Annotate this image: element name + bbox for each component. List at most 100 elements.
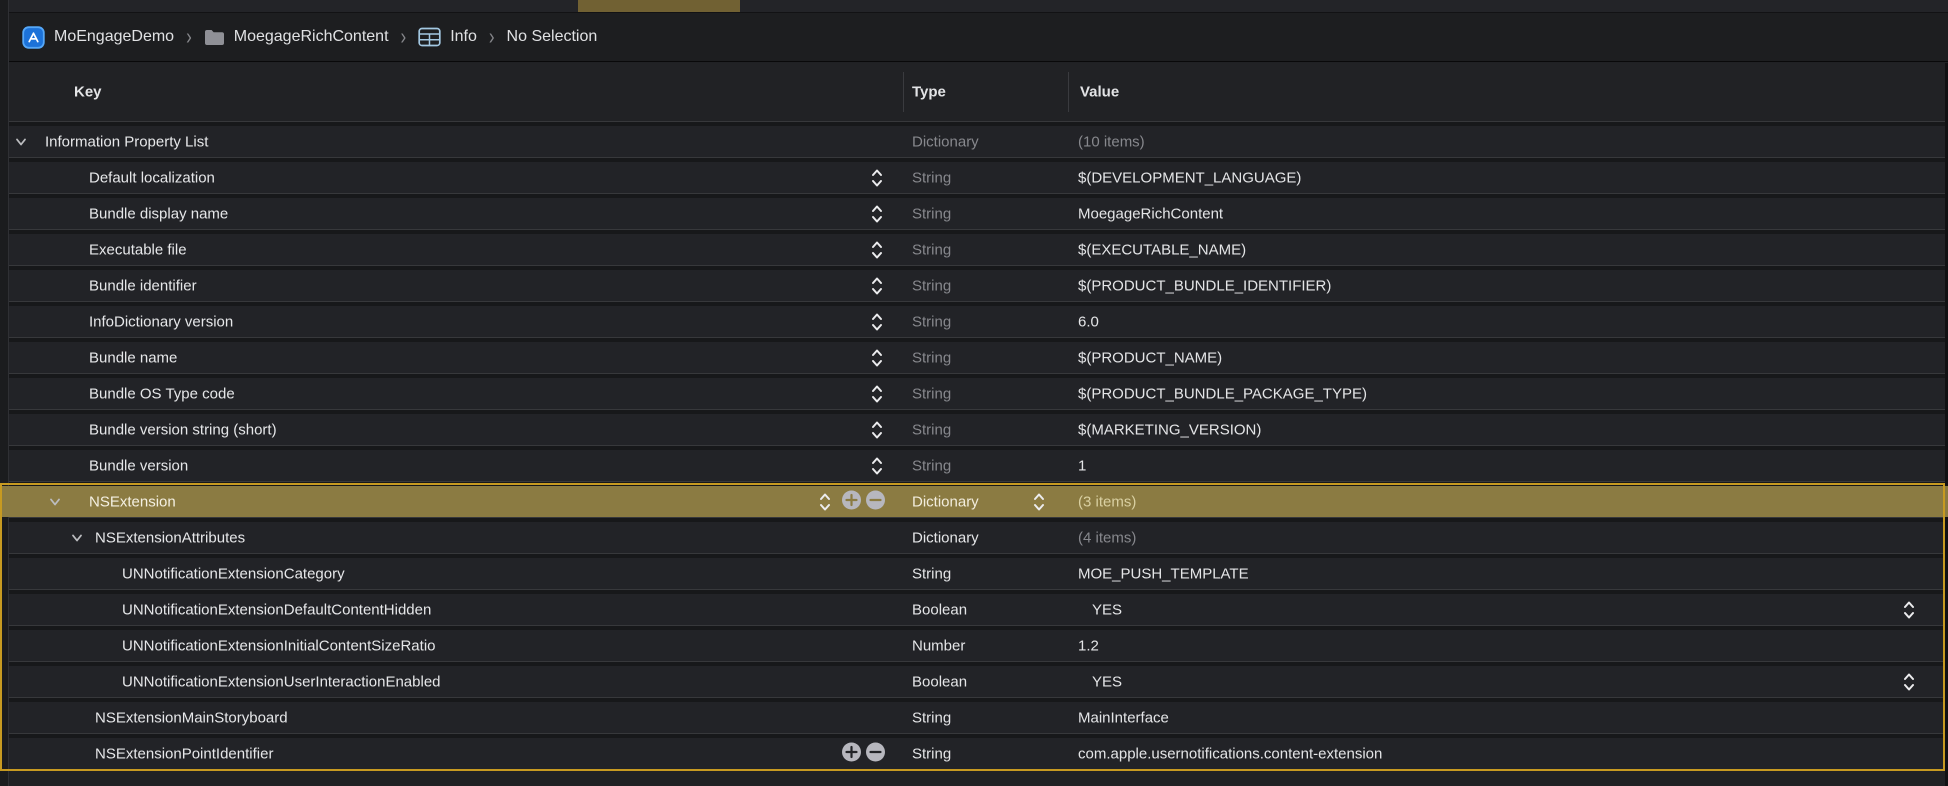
table-row[interactable]: Bundle version String 1: [0, 450, 1948, 481]
key-cell[interactable]: InfoDictionary version: [89, 313, 233, 330]
key-cell[interactable]: Bundle version string (short): [89, 421, 277, 438]
value-cell[interactable]: $(PRODUCT_BUNDLE_IDENTIFIER): [1078, 277, 1331, 294]
type-cell[interactable]: String: [912, 277, 951, 294]
key-cell[interactable]: Bundle OS Type code: [89, 385, 235, 402]
table-row[interactable]: UNNotificationExtensionInitialContentSiz…: [0, 630, 1948, 661]
type-stepper-icon[interactable]: [1032, 491, 1046, 513]
table-row[interactable]: Bundle OS Type code String $(PRODUCT_BUNDL…: [0, 378, 1948, 409]
value-cell[interactable]: MainInterface: [1078, 709, 1169, 726]
disclosure-chevron-down-icon[interactable]: [48, 495, 62, 509]
column-divider[interactable]: [1068, 72, 1069, 112]
value-cell[interactable]: 1.2: [1078, 637, 1099, 654]
table-row[interactable]: Bundle name String $(PRODUCT_NAME): [0, 342, 1948, 373]
key-cell[interactable]: Executable file: [89, 241, 187, 258]
breadcrumb-item[interactable]: No Selection: [507, 28, 598, 46]
key-cell[interactable]: NSExtension: [89, 493, 176, 510]
key-stepper-icon[interactable]: [818, 491, 832, 513]
key-cell[interactable]: Bundle name: [89, 349, 177, 366]
key-stepper-icon[interactable]: [870, 347, 884, 369]
type-cell[interactable]: Number: [912, 637, 965, 654]
value-cell[interactable]: MOE_PUSH_TEMPLATE: [1078, 565, 1249, 582]
value-cell[interactable]: 6.0: [1078, 313, 1099, 330]
breadcrumb-item[interactable]: Info: [418, 27, 477, 47]
value-cell[interactable]: $(PRODUCT_NAME): [1078, 349, 1222, 366]
key-cell[interactable]: Information Property List: [45, 133, 208, 150]
key-cell[interactable]: NSExtensionAttributes: [95, 529, 245, 546]
table-row[interactable]: UNNotificationExtensionDefaultContentHid…: [0, 594, 1948, 625]
value-cell[interactable]: $(DEVELOPMENT_LANGUAGE): [1078, 169, 1301, 186]
value-stepper-icon[interactable]: [1902, 599, 1916, 621]
value-cell[interactable]: (4 items): [1078, 529, 1136, 546]
type-cell[interactable]: String: [912, 313, 951, 330]
pane-divider[interactable]: [8, 0, 9, 786]
type-cell[interactable]: Dictionary: [912, 529, 979, 546]
table-row[interactable]: NSExtension Dictionary (3 items): [0, 486, 1948, 517]
key-cell[interactable]: Bundle display name: [89, 205, 228, 222]
value-cell[interactable]: com.apple.usernotifications.content-exte…: [1078, 745, 1382, 762]
table-row[interactable]: InfoDictionary version String 6.0: [0, 306, 1948, 337]
column-divider[interactable]: [903, 72, 904, 112]
key-stepper-icon[interactable]: [870, 383, 884, 405]
active-tab-indicator[interactable]: [578, 0, 740, 12]
type-cell[interactable]: String: [912, 709, 951, 726]
add-row-button[interactable]: [841, 741, 862, 766]
table-row[interactable]: UNNotificationExtensionCategory String MOE…: [0, 558, 1948, 589]
table-row[interactable]: UNNotificationExtensionUserInteractionEn…: [0, 666, 1948, 697]
key-cell[interactable]: Bundle version: [89, 457, 188, 474]
key-stepper-icon[interactable]: [870, 203, 884, 225]
table-row[interactable]: Bundle display name String MoegageRichCont…: [0, 198, 1948, 229]
key-cell[interactable]: NSExtensionMainStoryboard: [95, 709, 288, 726]
key-stepper-icon[interactable]: [870, 311, 884, 333]
type-cell[interactable]: Boolean: [912, 601, 967, 618]
type-cell[interactable]: String: [912, 241, 951, 258]
table-row[interactable]: Information Property List Dictionary (10 i…: [0, 126, 1948, 157]
key-cell[interactable]: Bundle identifier: [89, 277, 197, 294]
type-cell[interactable]: Dictionary: [912, 133, 979, 150]
breadcrumb-item[interactable]: MoEngageDemo: [22, 26, 174, 49]
type-cell[interactable]: String: [912, 205, 951, 222]
type-cell[interactable]: String: [912, 421, 951, 438]
key-cell[interactable]: UNNotificationExtensionInitialContentSiz…: [122, 637, 436, 654]
table-row[interactable]: Bundle identifier String $(PRODUCT_BUNDLE_…: [0, 270, 1948, 301]
value-cell[interactable]: $(MARKETING_VERSION): [1078, 421, 1261, 438]
key-stepper-icon[interactable]: [870, 419, 884, 441]
table-row[interactable]: NSExtensionMainStoryboard String MainInter…: [0, 702, 1948, 733]
key-stepper-icon[interactable]: [870, 455, 884, 477]
remove-row-button[interactable]: [865, 489, 886, 514]
value-cell[interactable]: (3 items): [1078, 493, 1136, 510]
remove-row-button[interactable]: [865, 741, 886, 766]
type-cell[interactable]: String: [912, 745, 951, 762]
table-row[interactable]: Executable file String $(EXECUTABLE_NAME): [0, 234, 1948, 265]
value-cell[interactable]: MoegageRichContent: [1078, 205, 1223, 222]
table-row[interactable]: NSExtensionPointIdentifier String com.appl…: [0, 738, 1948, 769]
key-stepper-icon[interactable]: [870, 275, 884, 297]
value-stepper-icon[interactable]: [1902, 671, 1916, 693]
type-cell[interactable]: Boolean: [912, 673, 967, 690]
key-cell[interactable]: UNNotificationExtensionUserInteractionEn…: [122, 673, 441, 690]
value-cell[interactable]: 1: [1078, 457, 1086, 474]
type-cell[interactable]: String: [912, 457, 951, 474]
value-cell[interactable]: $(PRODUCT_BUNDLE_PACKAGE_TYPE): [1078, 385, 1367, 402]
key-stepper-icon[interactable]: [870, 239, 884, 261]
key-cell[interactable]: Default localization: [89, 169, 215, 186]
key-cell[interactable]: UNNotificationExtensionDefaultContentHid…: [122, 601, 431, 618]
type-cell[interactable]: String: [912, 565, 951, 582]
value-cell[interactable]: (10 items): [1078, 133, 1145, 150]
table-row[interactable]: Bundle version string (short) String $(MAR…: [0, 414, 1948, 445]
value-cell[interactable]: YES: [1092, 673, 1122, 690]
breadcrumb-item[interactable]: MoegageRichContent: [204, 28, 389, 46]
type-cell[interactable]: Dictionary: [912, 493, 979, 510]
key-cell[interactable]: NSExtensionPointIdentifier: [95, 745, 273, 762]
value-cell[interactable]: $(EXECUTABLE_NAME): [1078, 241, 1246, 258]
key-stepper-icon[interactable]: [870, 167, 884, 189]
disclosure-chevron-down-icon[interactable]: [70, 531, 84, 545]
value-cell[interactable]: YES: [1092, 601, 1122, 618]
add-row-button[interactable]: [841, 489, 862, 514]
type-cell[interactable]: String: [912, 349, 951, 366]
key-cell[interactable]: UNNotificationExtensionCategory: [122, 565, 345, 582]
table-row[interactable]: Default localization String $(DEVELOPMENT_…: [0, 162, 1948, 193]
disclosure-chevron-down-icon[interactable]: [14, 135, 28, 149]
table-row[interactable]: NSExtensionAttributes Dictionary (4 items): [0, 522, 1948, 553]
type-cell[interactable]: String: [912, 385, 951, 402]
type-cell[interactable]: String: [912, 169, 951, 186]
